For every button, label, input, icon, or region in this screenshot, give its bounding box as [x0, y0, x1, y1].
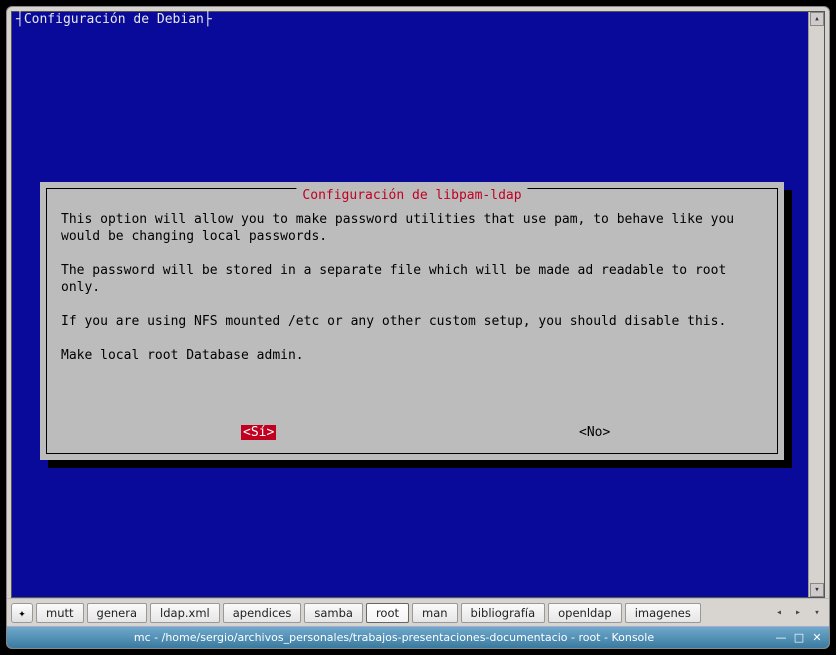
window-title: mc - /home/sergio/archivos_personales/tr… [13, 631, 775, 644]
new-tab-icon: ✦ [18, 606, 25, 620]
terminal-scrollbar[interactable]: ▴ ▾ [808, 12, 824, 597]
terminal-viewport[interactable]: ┤Configuración de Debian├ Configuración … [11, 11, 825, 598]
tab-menu-button[interactable]: ▾ [809, 603, 825, 623]
dialog-title: Configuración de libpam-ldap [296, 188, 527, 203]
libpam-ldap-dialog: Configuración de libpam-ldap This option… [40, 182, 784, 460]
dialog-para3: If you are using NFS mounted /etc or any… [61, 314, 726, 329]
tab-root[interactable]: root [366, 603, 409, 623]
tab-scroll-right[interactable]: ▸ [790, 603, 806, 623]
window-controls: — □ ✕ [775, 631, 823, 644]
dialog-para2: The password will be stored in a separat… [61, 263, 734, 295]
tab-strip: ✦ muttgeneraldap.xmlapendicessambarootma… [7, 598, 829, 626]
tab-samba[interactable]: samba [304, 603, 363, 623]
tab-man[interactable]: man [412, 603, 458, 623]
scroll-up-button[interactable]: ▴ [810, 12, 824, 26]
tab-imagenes[interactable]: imagenes [625, 603, 701, 623]
tab-mutt[interactable]: mutt [36, 603, 84, 623]
new-tab-button[interactable]: ✦ [11, 603, 33, 623]
dialog-body: This option will allow you to make passw… [61, 211, 763, 364]
konsole-window: ┤Configuración de Debian├ Configuración … [6, 6, 830, 649]
tab-apendices[interactable]: apendices [223, 603, 302, 623]
tab-ldap.xml[interactable]: ldap.xml [150, 603, 220, 623]
window-titlebar: mc - /home/sergio/archivos_personales/tr… [7, 626, 829, 648]
tab-genera[interactable]: genera [87, 603, 148, 623]
tab-scroll-left[interactable]: ◂ [771, 603, 787, 623]
scroll-down-button[interactable]: ▾ [810, 583, 824, 597]
maximize-button[interactable]: □ [793, 631, 805, 644]
minimize-button[interactable]: — [775, 631, 787, 644]
no-button[interactable]: <No> [579, 425, 610, 440]
tabs-container: muttgeneraldap.xmlapendicessambarootmanb… [36, 603, 768, 623]
tab-bibliografía[interactable]: bibliografía [461, 603, 546, 623]
yes-button[interactable]: <Sí> [241, 425, 276, 440]
dialog-para4: Make local root Database admin. [61, 348, 304, 363]
tui-header-title: ┤Configuración de Debian├ [16, 12, 212, 27]
dialog-para1: This option will allow you to make passw… [61, 212, 742, 244]
close-button[interactable]: ✕ [811, 631, 823, 644]
tab-openldap[interactable]: openldap [548, 603, 622, 623]
dialog-border: Configuración de libpam-ldap This option… [46, 188, 778, 454]
